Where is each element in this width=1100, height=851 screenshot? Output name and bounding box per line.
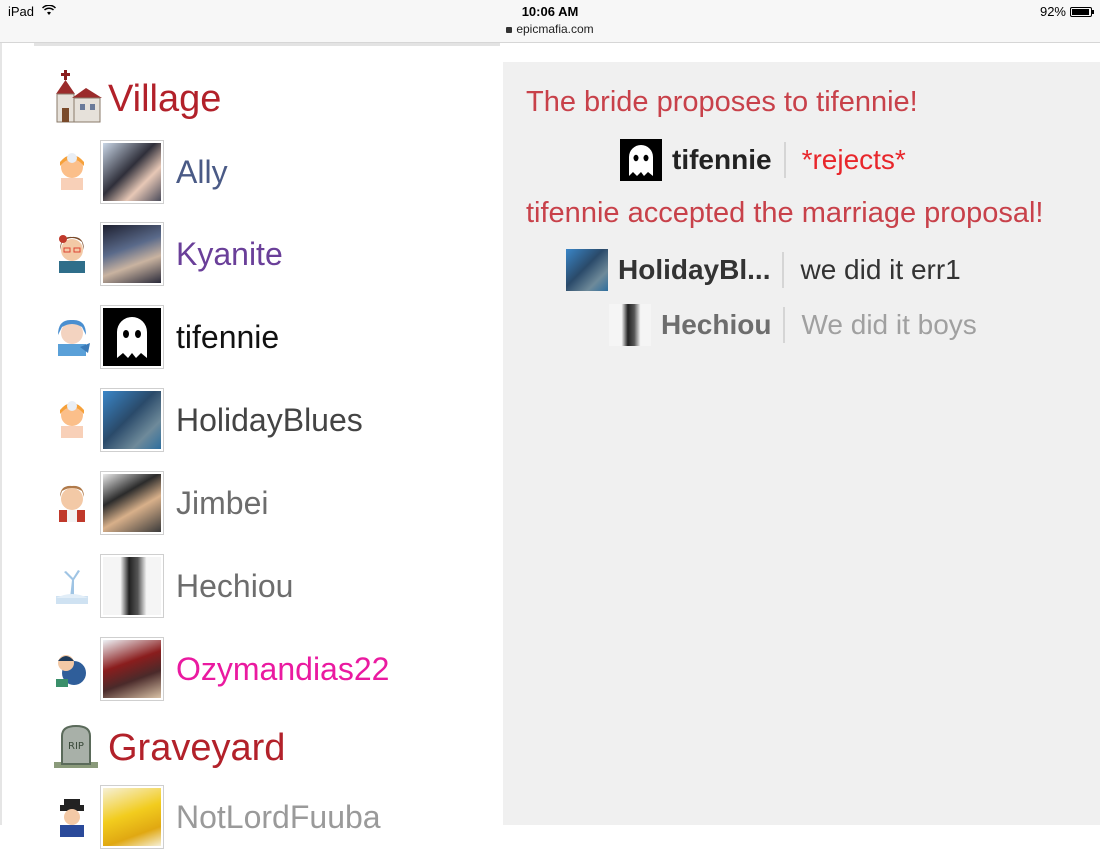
url-text: epicmafia.com (516, 22, 594, 36)
bomb-role-icon (50, 647, 94, 691)
avatar[interactable] (100, 388, 164, 452)
system-message: The bride proposes to tifennie! (526, 86, 918, 118)
lock-icon (506, 27, 513, 33)
message-text: we did it err1 (800, 254, 961, 285)
message-avatar[interactable] (620, 139, 662, 181)
player-name[interactable]: Jimbei (176, 485, 268, 522)
message-divider (783, 307, 786, 343)
chat-message: Hechiou We did it boys (609, 303, 977, 347)
avatar[interactable] (100, 305, 164, 369)
avatar[interactable] (100, 637, 164, 701)
message-avatar[interactable] (566, 249, 608, 291)
left-edge (0, 43, 2, 825)
system-message: tifennie accepted the marriage proposal! (526, 197, 1044, 229)
mayor-role-icon (50, 481, 94, 525)
villager-role-icon (50, 315, 94, 359)
tombstone-icon: RIP (50, 722, 102, 775)
avatar[interactable] (100, 222, 164, 286)
villager-role-icon (50, 150, 94, 194)
battery-status: 92% (1039, 4, 1094, 19)
message-divider (783, 142, 786, 178)
village-title: Village (108, 78, 222, 120)
villager-role-icon (50, 398, 94, 442)
player-name[interactable]: Ozymandias22 (176, 651, 389, 688)
player-row[interactable]: NotLordFuuba (50, 783, 381, 851)
graveyard-header: RIP Graveyard (50, 722, 285, 775)
chat-message: tifennie *rejects* (620, 138, 906, 182)
mafia-role-icon (50, 795, 94, 839)
avatar[interactable] (100, 554, 164, 618)
avatar[interactable] (100, 785, 164, 849)
church-icon (50, 70, 102, 129)
message-text: We did it boys (801, 309, 977, 340)
top-divider (34, 43, 500, 46)
status-bar: iPad 10:06 AM epicmafia.com 92% (0, 0, 1100, 43)
battery-icon (1070, 6, 1094, 17)
player-row[interactable]: Hechiou (50, 552, 293, 620)
avatar[interactable] (100, 471, 164, 535)
player-name[interactable]: Hechiou (176, 568, 293, 605)
player-row[interactable]: Kyanite (50, 220, 283, 288)
chat-panel[interactable]: The bride proposes to tifennie! tifennie… (503, 62, 1100, 825)
player-row[interactable]: HolidayBlues (50, 386, 363, 454)
message-author[interactable]: Hechiou (661, 309, 771, 341)
message-text: *rejects* (801, 144, 906, 175)
dead-tree-role-icon (50, 564, 94, 608)
message-author[interactable]: tifennie (672, 144, 772, 176)
doctor-role-icon (50, 232, 94, 276)
avatar[interactable] (100, 140, 164, 204)
address-bar[interactable]: epicmafia.com (0, 22, 1100, 36)
player-name[interactable]: tifennie (176, 319, 279, 356)
svg-text:RIP: RIP (68, 741, 84, 752)
battery-percent: 92% (1039, 4, 1066, 19)
village-header: Village (50, 70, 221, 129)
player-row[interactable]: tifennie (50, 303, 279, 371)
chat-message: HolidayBl... we did it err1 (566, 248, 961, 292)
message-author[interactable]: HolidayBl... (618, 254, 770, 286)
message-divider (782, 252, 785, 288)
player-name[interactable]: HolidayBlues (176, 402, 363, 439)
player-row[interactable]: Ally (50, 138, 228, 206)
player-name[interactable]: Ally (176, 154, 228, 191)
graveyard-title: Graveyard (108, 727, 286, 769)
clock: 10:06 AM (521, 4, 579, 19)
player-row[interactable]: Jimbei (50, 469, 268, 537)
player-row[interactable]: Ozymandias22 (50, 635, 389, 703)
message-avatar[interactable] (609, 304, 651, 346)
player-name[interactable]: Kyanite (176, 236, 283, 273)
player-name[interactable]: NotLordFuuba (176, 799, 381, 836)
